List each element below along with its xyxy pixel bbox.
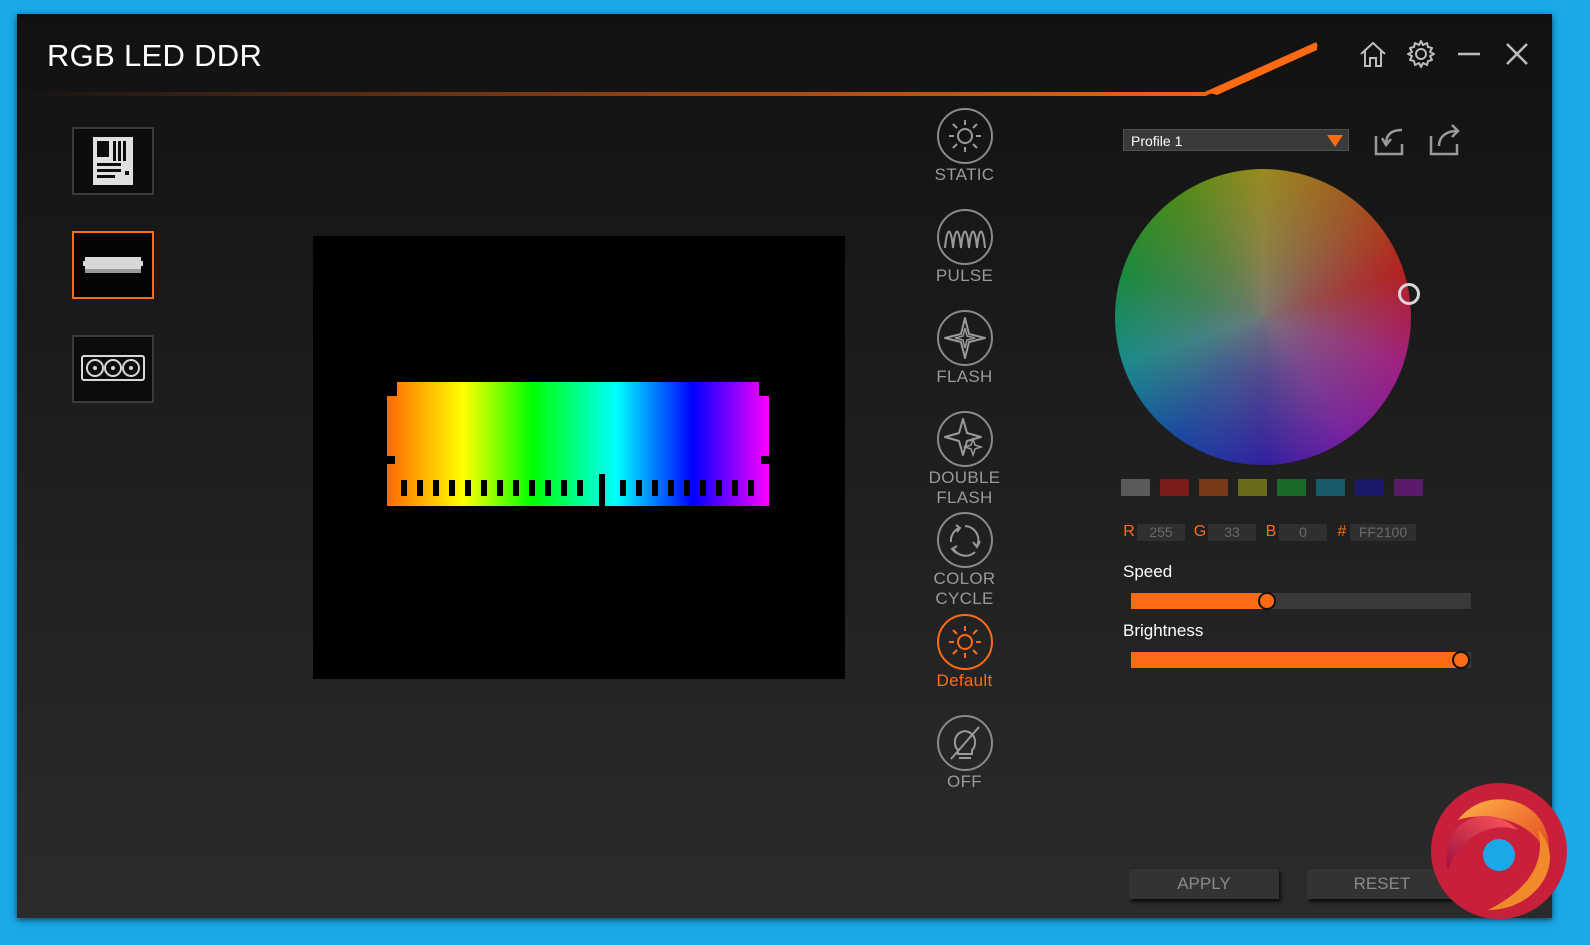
wave-icon bbox=[943, 230, 986, 249]
blue-value-field[interactable]: 0 bbox=[1279, 523, 1327, 541]
mode-color-cycle[interactable]: COLOR CYCLE bbox=[917, 512, 1012, 609]
corner-logo bbox=[1431, 783, 1567, 919]
gear-icon bbox=[1407, 40, 1435, 68]
color-swatch[interactable] bbox=[1238, 479, 1267, 496]
star-flash-icon bbox=[943, 317, 986, 359]
chevron-down-icon bbox=[1327, 135, 1343, 147]
device-list bbox=[72, 127, 154, 439]
apply-button[interactable]: APPLY bbox=[1129, 869, 1279, 899]
mode-flash[interactable]: FLASH bbox=[917, 310, 1012, 387]
device-tile-graphics-card[interactable] bbox=[72, 335, 154, 403]
titlebar-controls bbox=[1358, 38, 1532, 70]
rgb-input-row: R 255 G 33 B 0 # FF2100 bbox=[1121, 523, 1423, 541]
minimize-button[interactable] bbox=[1454, 38, 1484, 70]
graphics-card-icon bbox=[81, 355, 145, 381]
color-swatches bbox=[1121, 479, 1423, 496]
mode-off-label: OFF bbox=[947, 772, 982, 791]
red-value-field[interactable]: 255 bbox=[1137, 523, 1185, 541]
home-icon bbox=[1360, 41, 1386, 67]
sun-icon bbox=[948, 626, 981, 658]
bulb-off-icon bbox=[949, 726, 980, 760]
hex-value-field[interactable]: FF2100 bbox=[1350, 523, 1416, 541]
mode-pulse-label: PULSE bbox=[935, 266, 994, 285]
color-swatch[interactable] bbox=[1160, 479, 1189, 496]
app-window: RGB LED DDR STATIC PULSE FLASH DOUBLE FL… bbox=[17, 14, 1552, 918]
device-tile-memory[interactable] bbox=[72, 231, 154, 299]
settings-button[interactable] bbox=[1406, 38, 1436, 70]
profile-dropdown[interactable]: Profile 1 bbox=[1123, 129, 1349, 151]
ram-module-rainbow-preview bbox=[387, 382, 769, 506]
color-swatch[interactable] bbox=[1199, 479, 1228, 496]
color-wheel-handle[interactable] bbox=[1398, 283, 1420, 305]
color-swatch[interactable] bbox=[1316, 479, 1345, 496]
brightness-label: Brightness bbox=[1123, 621, 1204, 640]
mode-static-label: STATIC bbox=[934, 165, 995, 184]
export-profile-icon[interactable] bbox=[1427, 122, 1463, 158]
import-profile-icon[interactable] bbox=[1372, 122, 1408, 158]
close-icon bbox=[1506, 43, 1528, 65]
home-button[interactable] bbox=[1358, 38, 1388, 70]
color-swatch[interactable] bbox=[1121, 479, 1150, 496]
green-label: G bbox=[1193, 523, 1207, 540]
hex-label: # bbox=[1337, 523, 1347, 540]
app-title: RGB LED DDR bbox=[47, 38, 263, 73]
speed-slider-fill bbox=[1131, 593, 1267, 609]
mode-static[interactable]: STATIC bbox=[917, 108, 1012, 185]
mode-flash-label: FLASH bbox=[936, 367, 993, 386]
mode-color-cycle-label-line1: COLOR bbox=[933, 569, 996, 588]
motherboard-icon bbox=[93, 137, 133, 185]
mode-color-cycle-label-line2: CYCLE bbox=[935, 589, 994, 608]
device-tile-motherboard[interactable] bbox=[72, 127, 154, 195]
mode-double-flash-label-line2: FLASH bbox=[936, 488, 993, 507]
double-star-flash-icon bbox=[943, 418, 983, 458]
mode-double-flash[interactable]: DOUBLE FLASH bbox=[917, 411, 1012, 508]
red-label: R bbox=[1123, 523, 1135, 540]
mode-default[interactable]: Default bbox=[917, 614, 1012, 691]
speed-label: Speed bbox=[1123, 562, 1173, 581]
minimize-icon bbox=[1458, 52, 1480, 56]
cycle-arrows-icon bbox=[949, 524, 981, 557]
brightness-slider-fill bbox=[1131, 652, 1461, 668]
mode-pulse[interactable]: PULSE bbox=[917, 209, 1012, 286]
close-button[interactable] bbox=[1502, 38, 1532, 70]
blue-label: B bbox=[1265, 523, 1277, 540]
speed-slider[interactable] bbox=[1131, 592, 1471, 610]
brightness-slider[interactable] bbox=[1131, 651, 1471, 669]
color-swatch[interactable] bbox=[1355, 479, 1384, 496]
speed-slider-thumb[interactable] bbox=[1258, 592, 1276, 610]
sun-icon bbox=[948, 120, 981, 152]
color-wheel[interactable] bbox=[1115, 169, 1411, 465]
green-value-field[interactable]: 33 bbox=[1208, 523, 1256, 541]
color-swatch[interactable] bbox=[1394, 479, 1423, 496]
profile-selected-value: Profile 1 bbox=[1131, 133, 1183, 149]
mode-default-label: Default bbox=[936, 671, 993, 690]
color-swatch[interactable] bbox=[1277, 479, 1306, 496]
ram-stick-icon bbox=[83, 257, 143, 273]
mode-double-flash-label-line1: DOUBLE bbox=[928, 468, 1001, 487]
led-preview-panel bbox=[313, 236, 845, 679]
brightness-slider-thumb[interactable] bbox=[1452, 651, 1470, 669]
mode-off[interactable]: OFF bbox=[917, 715, 1012, 792]
